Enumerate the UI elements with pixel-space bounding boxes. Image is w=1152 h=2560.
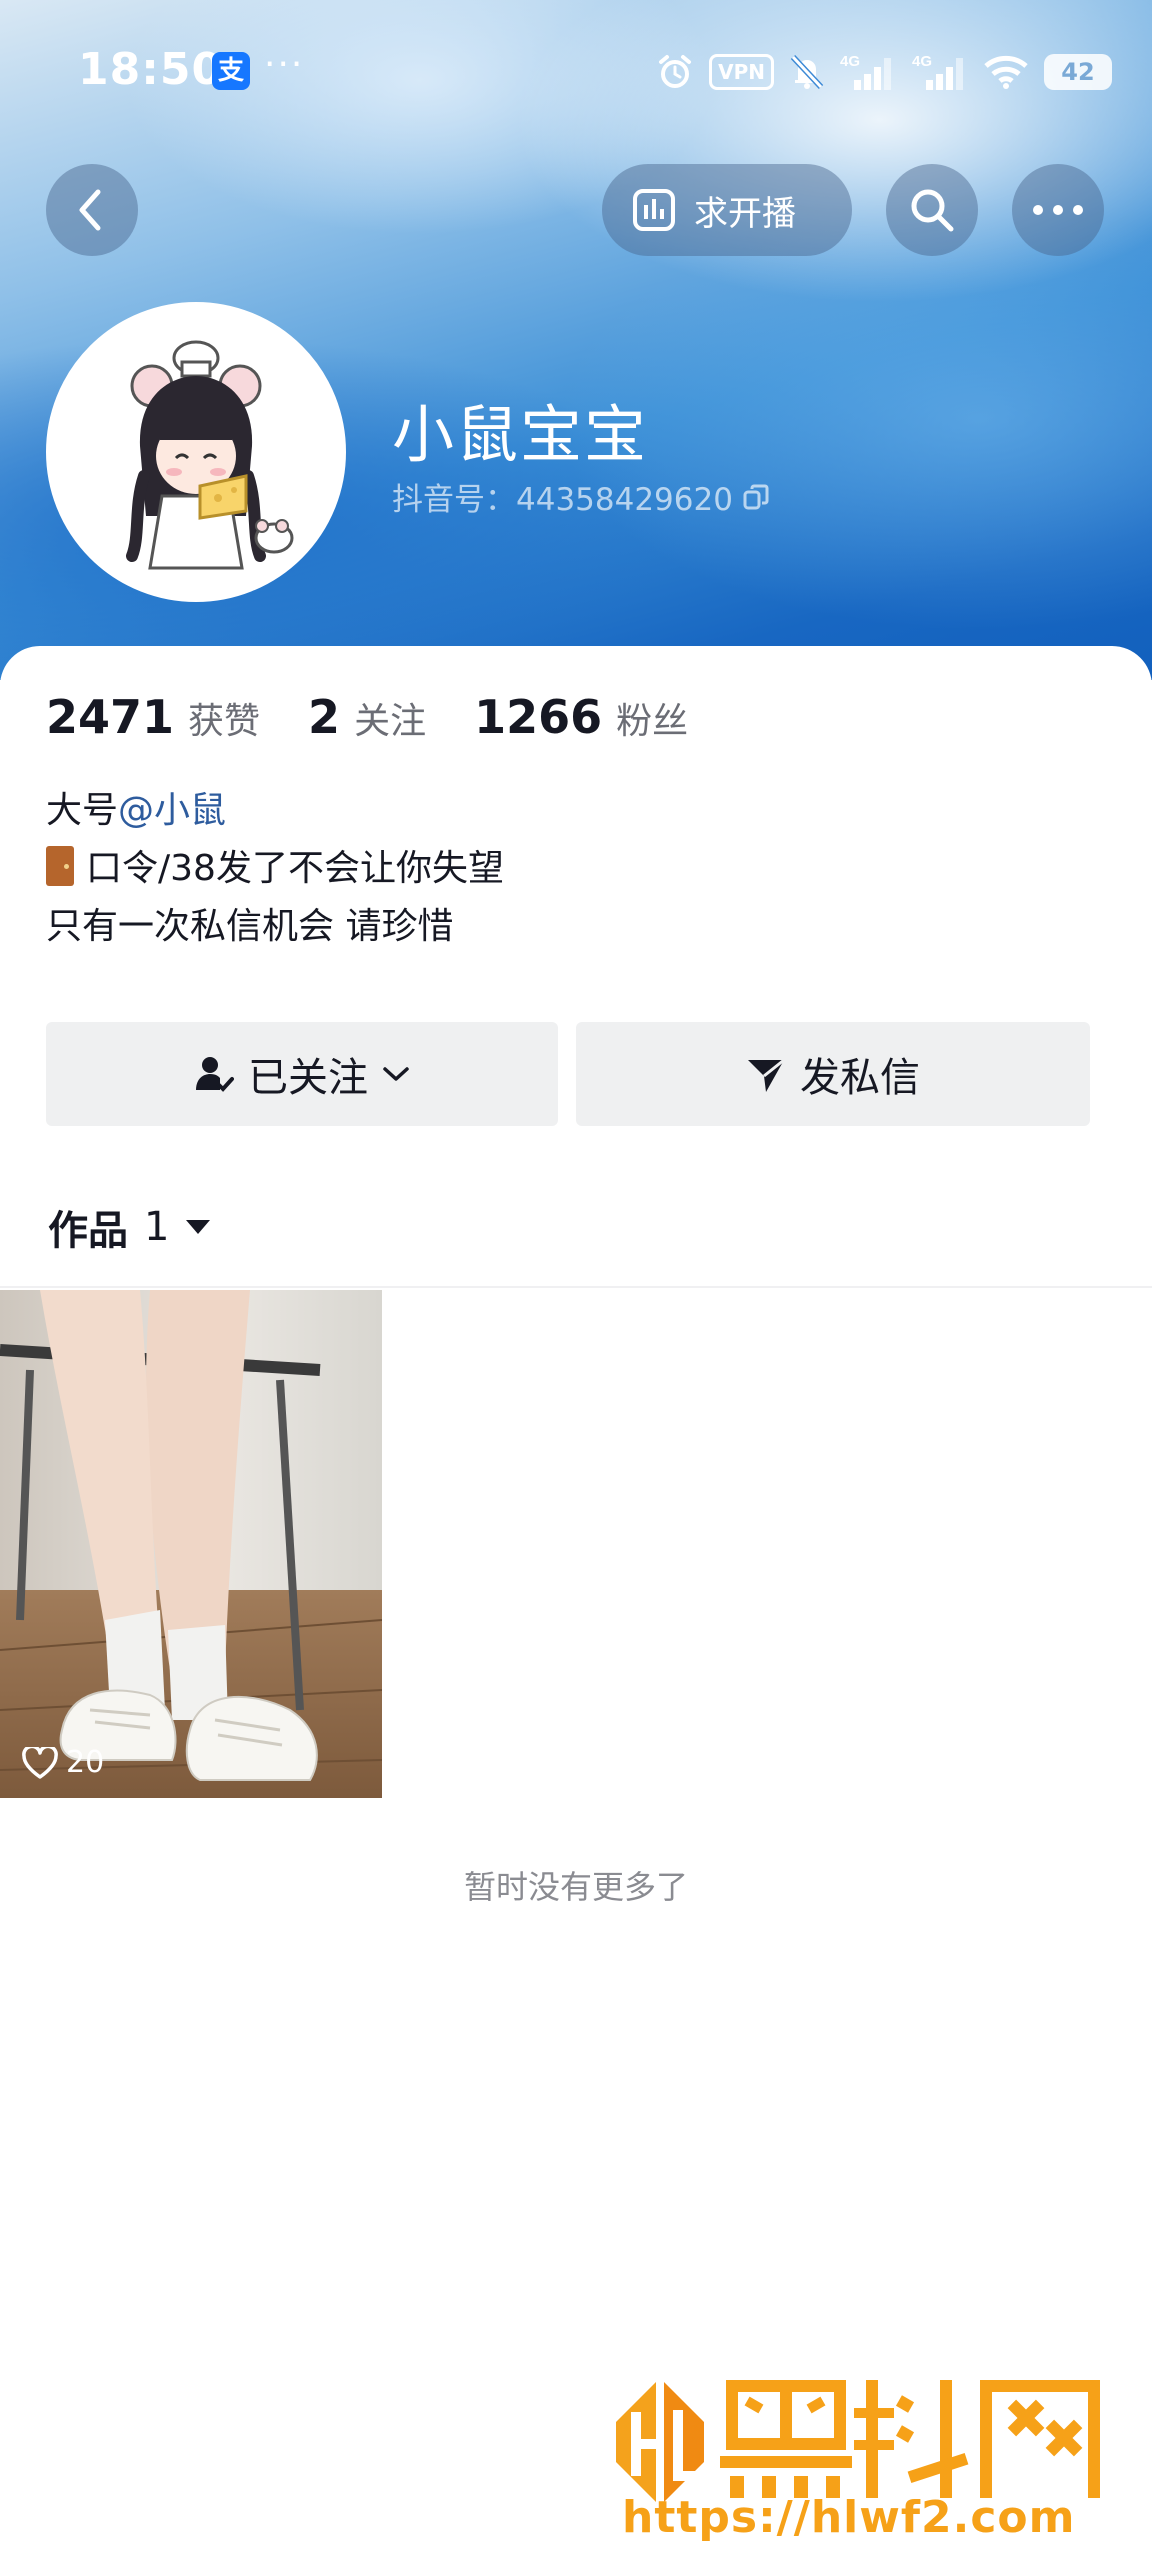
paper-plane-icon bbox=[748, 1058, 785, 1092]
profile-name: 小鼠宝宝 bbox=[392, 398, 649, 471]
bio-mention-link[interactable]: @小鼠 bbox=[118, 790, 226, 831]
status-time: 18:50 bbox=[78, 44, 224, 95]
video-likes: 20 bbox=[22, 1745, 104, 1780]
battery-indicator: 42 bbox=[1044, 54, 1112, 90]
works-tab-count: 1 bbox=[144, 1204, 170, 1250]
bio-line-1: 大号@小鼠 bbox=[46, 782, 504, 840]
request-live-button[interactable]: 求开播 bbox=[602, 164, 852, 256]
video-likes-count: 20 bbox=[66, 1745, 105, 1780]
more-dots-icon bbox=[1033, 205, 1083, 215]
search-icon bbox=[911, 189, 954, 232]
back-button[interactable] bbox=[46, 164, 138, 256]
caret-down-icon bbox=[186, 1220, 211, 1234]
bio-line-2-text: 口令/38发了不会让你失望 bbox=[86, 848, 504, 889]
no-more-content-text: 暂时没有更多了 bbox=[463, 1868, 688, 1906]
watermark-url: https://hlwf2.com bbox=[622, 2492, 1076, 2543]
tab-divider bbox=[0, 1286, 1152, 1288]
signal-4g-icon-2: 4G bbox=[912, 53, 963, 90]
douyin-id-text: 抖音号：44358429620 bbox=[392, 482, 733, 518]
user-check-icon bbox=[196, 1057, 234, 1092]
likes-label: 获赞 bbox=[188, 701, 261, 742]
more-options-button[interactable] bbox=[1012, 164, 1104, 256]
watermark-logo: https://hlwf2.com bbox=[596, 2352, 1136, 2543]
alipay-notification-icon: 支 bbox=[212, 52, 250, 90]
likes-count: 2471 bbox=[46, 690, 175, 744]
bio-line-3: 只有一次私信机会 请珍惜 bbox=[46, 906, 454, 947]
video-thumbnail[interactable]: 20 bbox=[0, 1290, 382, 1798]
video-thumbnail-image bbox=[0, 1290, 382, 1798]
bio-line-2: 口令/38发了不会让你失望 bbox=[46, 840, 504, 898]
send-message-label: 发私信 bbox=[800, 1055, 920, 1101]
svg-text:4G: 4G bbox=[912, 53, 932, 70]
svg-text:4G: 4G bbox=[840, 53, 860, 70]
chevron-down-icon bbox=[383, 1067, 409, 1081]
followed-button[interactable]: 已关注 bbox=[46, 1022, 558, 1126]
profile-stats: 2471 获赞 2 关注 1266 粉丝 bbox=[46, 690, 736, 744]
mute-bell-icon bbox=[790, 54, 824, 90]
followers-label[interactable]: 粉丝 bbox=[616, 692, 688, 744]
followed-label: 已关注 bbox=[248, 1055, 368, 1101]
status-bar: 18:50 支 ··· VPN 4G 4G 42 bbox=[0, 0, 1152, 150]
douyin-id-row[interactable]: 抖音号：44358429620 bbox=[392, 474, 769, 519]
wifi-icon bbox=[984, 55, 1028, 89]
bio-line-1-prefix: 大号 bbox=[46, 790, 119, 831]
copy-icon[interactable] bbox=[743, 484, 769, 510]
signal-4g-icon: 4G bbox=[840, 53, 891, 90]
tab-works[interactable]: 作品 1 bbox=[48, 1198, 211, 1256]
alarm-icon bbox=[659, 55, 692, 88]
works-tab-label: 作品 bbox=[48, 1208, 128, 1254]
avatar[interactable] bbox=[46, 302, 346, 602]
live-chart-icon bbox=[633, 189, 675, 231]
more-notifications-indicator: ··· bbox=[264, 44, 305, 85]
following-count[interactable]: 2 bbox=[308, 690, 340, 744]
chevron-left-icon bbox=[79, 189, 101, 231]
heart-outline-icon bbox=[22, 1746, 58, 1779]
request-live-label: 求开播 bbox=[694, 193, 796, 234]
followers-count[interactable]: 1266 bbox=[474, 690, 602, 744]
avatar-illustration bbox=[50, 306, 342, 598]
door-emoji-icon bbox=[46, 846, 74, 886]
following-label[interactable]: 关注 bbox=[354, 692, 426, 744]
search-button[interactable] bbox=[886, 164, 978, 256]
vpn-indicator: VPN bbox=[709, 54, 774, 90]
profile-bio: 大号@小鼠 口令/38发了不会让你失望 只有一次私信机会 请珍惜 bbox=[46, 782, 504, 956]
send-message-button[interactable]: 发私信 bbox=[576, 1022, 1090, 1126]
